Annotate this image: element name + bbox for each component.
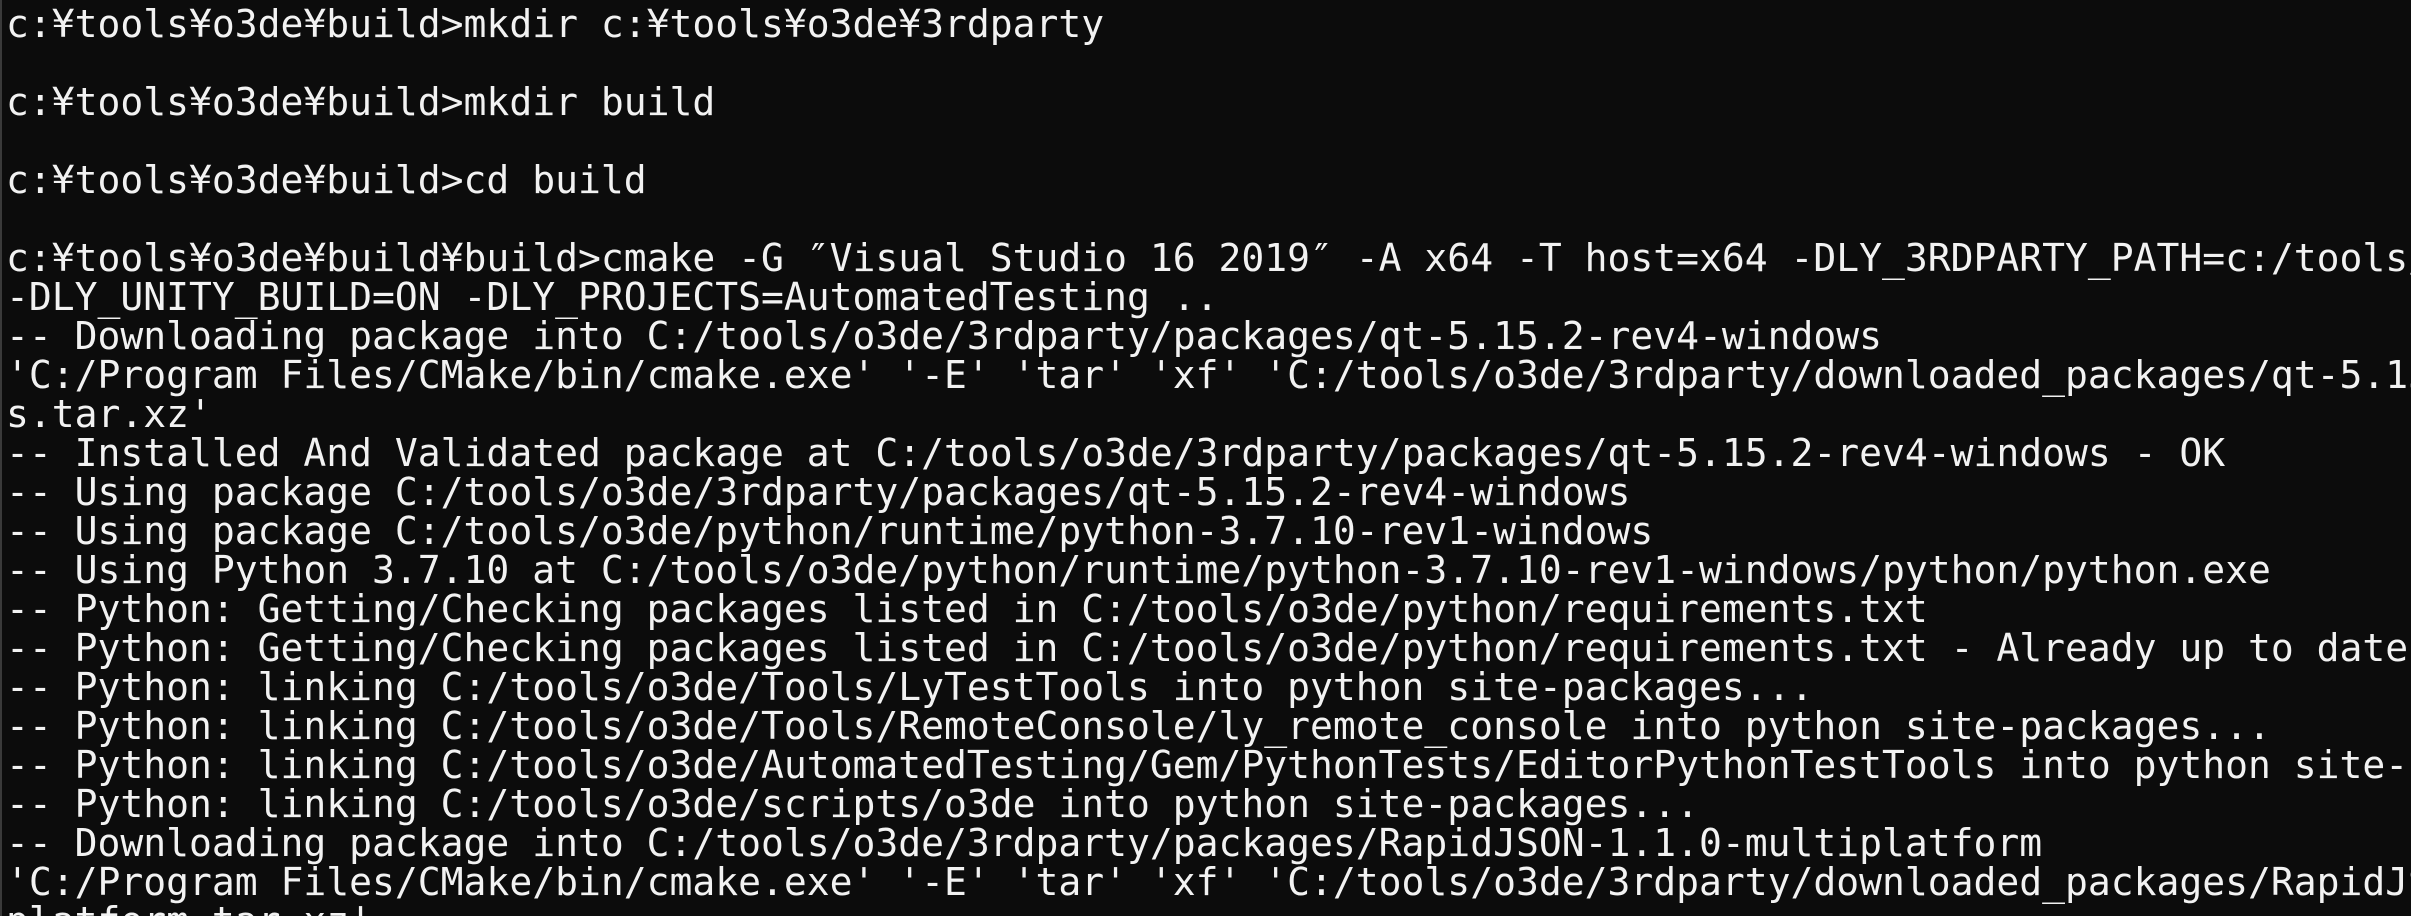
terminal-line: -- Downloading package into C:/tools/o3d…	[6, 821, 2043, 865]
terminal-line: -- Python: Getting/Checking packages lis…	[6, 626, 2411, 670]
terminal-line: -- Installed And Validated package at C:…	[6, 431, 2226, 475]
terminal-line: -- Using package C:/tools/o3de/python/ru…	[6, 509, 1654, 553]
terminal-line: c:¥tools¥o3de¥build>cd build	[6, 158, 647, 202]
terminal-line: -- Using Python 3.7.10 at C:/tools/o3de/…	[6, 548, 2271, 592]
terminal-line: -- Downloading package into C:/tools/o3d…	[6, 314, 1882, 358]
terminal-line: -- Python: linking C:/tools/o3de/Tools/L…	[6, 665, 1814, 709]
terminal-line: -- Using package C:/tools/o3de/3rdparty/…	[6, 470, 1631, 514]
terminal-line: c:¥tools¥o3de¥build>mkdir build	[6, 80, 716, 124]
terminal-line: -- Python: linking C:/tools/o3de/Automat…	[6, 743, 2411, 787]
terminal-line: -DLY_UNITY_BUILD=ON -DLY_PROJECTS=Automa…	[6, 275, 1219, 319]
terminal-line: -- Python: Getting/Checking packages lis…	[6, 587, 1928, 631]
terminal-line: 'C:/Program Files/CMake/bin/cmake.exe' '…	[6, 860, 2411, 904]
terminal-output[interactable]: c:¥tools¥o3de¥build>mkdir c:¥tools¥o3de¥…	[0, 0, 2411, 916]
terminal-line: 'C:/Program Files/CMake/bin/cmake.exe' '…	[6, 353, 2411, 397]
terminal-line: platform.tar.xz'	[6, 902, 2411, 916]
terminal-line: -- Python: linking C:/tools/o3de/Tools/R…	[6, 704, 2271, 748]
terminal-line: c:¥tools¥o3de¥build>mkdir c:¥tools¥o3de¥…	[6, 2, 1105, 46]
terminal-line: -- Python: linking C:/tools/o3de/scripts…	[6, 782, 1699, 826]
terminal-line: c:¥tools¥o3de¥build¥build>cmake -G ″Visu…	[6, 236, 2411, 280]
terminal-line: s.tar.xz'	[6, 392, 212, 436]
